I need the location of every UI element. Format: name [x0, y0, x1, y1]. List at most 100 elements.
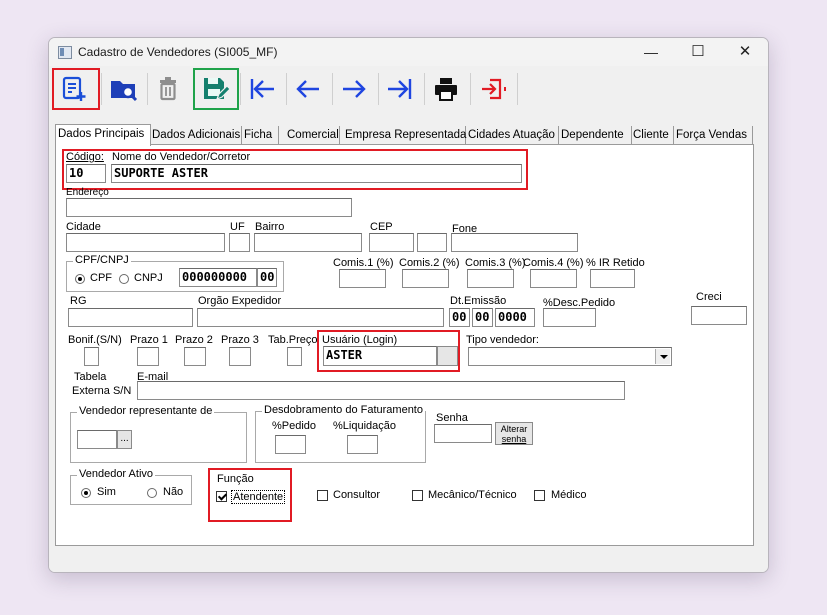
new-button-highlight	[52, 68, 100, 110]
vendedor-representante-label: Vendedor representante de	[77, 405, 215, 417]
cidade-label: Cidade	[66, 221, 101, 233]
creci-field[interactable]	[691, 306, 747, 325]
cpf-cnpj-digit-field[interactable]: 00	[257, 268, 277, 287]
nao-radio[interactable]	[147, 488, 157, 498]
app-icon	[58, 46, 72, 59]
vendedor-representante-field[interactable]	[77, 430, 117, 449]
next-record-button[interactable]	[332, 67, 378, 110]
first-record-icon	[250, 79, 274, 99]
dt-emissao-day-field[interactable]: 00	[449, 308, 470, 327]
sim-radio[interactable]	[81, 488, 91, 498]
cnpj-radio-label: CNPJ	[134, 272, 163, 284]
rg-field[interactable]	[68, 308, 193, 327]
bairro-label: Bairro	[255, 221, 285, 233]
tipo-vendedor-label: Tipo vendedor:	[466, 334, 539, 346]
usuario-highlight	[317, 330, 460, 372]
tab-ficha[interactable]: Ficha	[242, 126, 279, 144]
prazo1-field[interactable]	[137, 347, 159, 366]
prazo3-field[interactable]	[229, 347, 251, 366]
senha-field[interactable]	[434, 424, 492, 443]
minimize-button[interactable]: —	[628, 38, 674, 66]
chevron-down-icon[interactable]	[655, 349, 670, 364]
bonif-field[interactable]	[84, 347, 99, 366]
exit-button[interactable]	[470, 67, 516, 110]
vendedor-representante-lookup-button[interactable]: ...	[117, 430, 132, 449]
prazo2-label: Prazo 2	[175, 334, 213, 346]
pct-pedido-label: %Pedido	[272, 420, 317, 432]
tab-strip: Dados Principais Dados Adicionais Ficha …	[55, 124, 755, 146]
dt-emissao-label: Dt.Emissão	[450, 295, 507, 307]
save-button-highlight	[193, 68, 239, 110]
cep-suffix-field[interactable]	[417, 233, 447, 252]
funcao-highlight	[208, 468, 292, 522]
delete-button[interactable]	[147, 67, 193, 110]
tab-comercial[interactable]: Comercial	[285, 126, 340, 144]
cpf-cnpj-group: CPF/CNPJ CPF CNPJ 000000000 00	[66, 254, 284, 292]
cidade-field[interactable]	[66, 233, 225, 252]
ir-retido-field[interactable]	[590, 269, 635, 288]
rg-label: RG	[70, 295, 87, 307]
comis3-field[interactable]	[467, 269, 514, 288]
medico-checkbox[interactable]	[534, 490, 545, 501]
tipo-vendedor-select[interactable]	[468, 347, 672, 366]
consultor-checkbox-label: Consultor	[333, 489, 381, 501]
pct-liquidacao-field[interactable]	[347, 435, 378, 454]
cep-field[interactable]	[369, 233, 414, 252]
uf-field[interactable]	[229, 233, 250, 252]
pct-pedido-field[interactable]	[275, 435, 306, 454]
comis1-label: Comis.1 (%)	[333, 257, 394, 269]
print-button[interactable]	[424, 67, 470, 110]
cnpj-radio[interactable]	[119, 274, 129, 284]
prazo1-label: Prazo 1	[130, 334, 168, 346]
comis2-label: Comis.2 (%)	[399, 257, 460, 269]
vendedor-ativo-label: Vendedor Ativo	[77, 468, 156, 480]
desdobramento-label: Desdobramento do Faturamento	[262, 404, 425, 416]
tab-preco-field[interactable]	[287, 347, 302, 366]
close-button[interactable]: ✕	[722, 38, 768, 66]
mecanico-checkbox[interactable]	[412, 490, 423, 501]
dt-emissao-year-field[interactable]: 0000	[495, 308, 535, 327]
comis1-field[interactable]	[339, 269, 386, 288]
fone-field[interactable]	[451, 233, 578, 252]
comis3-label: Comis.3 (%)	[465, 257, 526, 269]
orgao-label: Orgão Expedidor	[198, 295, 282, 307]
endereco-field[interactable]	[66, 198, 352, 217]
maximize-button[interactable]: ☐	[675, 38, 721, 66]
search-button[interactable]	[101, 67, 147, 110]
toolbar-separator	[517, 73, 518, 105]
comis4-field[interactable]	[530, 269, 577, 288]
creci-label: Creci	[696, 291, 722, 303]
mecanico-checkbox-label: Mecânico/Técnico	[428, 489, 517, 501]
consultor-checkbox[interactable]	[317, 490, 328, 501]
tab-forca-vendas[interactable]: Força Vendas	[674, 126, 753, 144]
delete-icon	[160, 77, 176, 101]
cpf-cnpj-field[interactable]: 000000000	[179, 268, 257, 287]
last-record-button[interactable]	[378, 67, 424, 110]
first-record-button[interactable]	[240, 67, 286, 110]
bairro-field[interactable]	[254, 233, 362, 252]
tab-dados-adicionais[interactable]: Dados Adicionais	[150, 126, 242, 144]
comis2-field[interactable]	[402, 269, 449, 288]
vendedor-ativo-group: Vendedor Ativo Sim Não	[70, 468, 192, 505]
tab-empresa-representada[interactable]: Empresa Representada	[343, 126, 466, 144]
externa-label: Externa S/N	[72, 385, 132, 397]
previous-record-button[interactable]	[286, 67, 332, 110]
tab-dados-principais[interactable]: Dados Principais	[55, 124, 151, 146]
alterar-senha-label-1: Alterar	[500, 424, 528, 434]
email-field[interactable]	[137, 381, 625, 400]
sim-radio-label: Sim	[97, 486, 116, 498]
cpf-radio[interactable]	[75, 274, 85, 284]
bonif-label: Bonif.(S/N)	[68, 334, 122, 346]
dt-emissao-month-field[interactable]: 00	[472, 308, 493, 327]
tab-cidades-atuacao[interactable]: Cidades Atuação	[466, 126, 559, 144]
prazo2-field[interactable]	[184, 347, 206, 366]
alterar-senha-button[interactable]: Alterar senha	[495, 422, 533, 445]
desc-pedido-field[interactable]	[543, 308, 596, 327]
tab-preco-label: Tab.Preço	[268, 334, 318, 346]
tab-cliente[interactable]: Cliente	[631, 126, 674, 144]
previous-record-icon	[296, 80, 319, 98]
title-bar: Cadastro de Vendedores (SI005_MF) — ☐ ✕	[49, 38, 768, 66]
tab-dependente[interactable]: Dependente	[559, 126, 632, 144]
orgao-field[interactable]	[197, 308, 444, 327]
desdobramento-group: Desdobramento do Faturamento %Pedido %Li…	[255, 404, 426, 463]
